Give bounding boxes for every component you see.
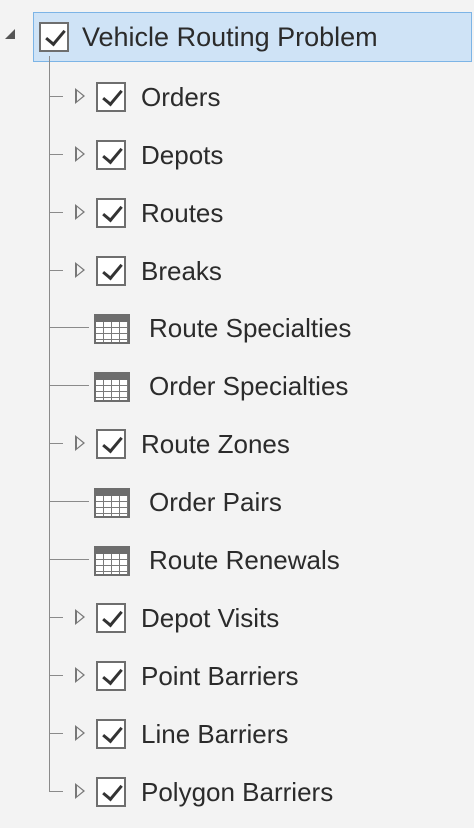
- visibility-checkbox-depots[interactable]: [96, 140, 126, 170]
- tree-connector: [49, 385, 89, 386]
- table-icon: [94, 372, 130, 402]
- tree-item-label: Orders: [141, 82, 221, 112]
- expand-arrow-icon[interactable]: [75, 88, 85, 104]
- expand-arrow-icon[interactable]: [75, 262, 85, 278]
- tree-item-point-barriers[interactable]: Point Barriers: [0, 653, 474, 699]
- tree-item-depots[interactable]: Depots: [0, 132, 474, 178]
- tree-item-label: Routes: [141, 198, 224, 228]
- tree-item-order-specialties[interactable]: Order Specialties: [0, 363, 474, 409]
- visibility-checkbox-polygon-barriers[interactable]: [96, 777, 126, 807]
- tree-connector: [49, 559, 89, 560]
- tree-connector: [49, 212, 63, 213]
- tree-connector: [49, 675, 63, 676]
- tree-item-route-zones[interactable]: Route Zones: [0, 421, 474, 467]
- tree-item-label: Depots: [141, 140, 224, 170]
- tree-item-label: Depot Visits: [141, 603, 280, 633]
- expand-arrow-icon[interactable]: [75, 667, 85, 683]
- visibility-checkbox-route-zones[interactable]: [96, 429, 126, 459]
- tree-connector: [49, 733, 63, 734]
- tree-item-orders[interactable]: Orders: [0, 74, 474, 120]
- tree-connector: [49, 96, 63, 97]
- tree-item-order-pairs[interactable]: Order Pairs: [0, 479, 474, 525]
- tree-item-polygon-barriers[interactable]: Polygon Barriers: [0, 769, 474, 815]
- tree-item-label: Route Specialties: [149, 313, 352, 343]
- tree-connector: [49, 501, 89, 502]
- tree-connector: [49, 154, 63, 155]
- visibility-checkbox-breaks[interactable]: [96, 256, 126, 286]
- visibility-checkbox-line-barriers[interactable]: [96, 719, 126, 749]
- tree-connector: [49, 327, 89, 328]
- expand-arrow-icon[interactable]: [75, 783, 85, 799]
- table-icon: [94, 314, 130, 344]
- root-label: Vehicle Routing Problem: [82, 22, 378, 52]
- tree-item-label: Line Barriers: [141, 719, 289, 749]
- visibility-checkbox-routes[interactable]: [96, 198, 126, 228]
- tree-item-depot-visits[interactable]: Depot Visits: [0, 595, 474, 641]
- visibility-checkbox-point-barriers[interactable]: [96, 661, 126, 691]
- tree-item-label: Order Specialties: [149, 371, 349, 401]
- collapse-arrow-icon[interactable]: [5, 29, 15, 39]
- root-visibility-checkbox[interactable]: [39, 22, 69, 52]
- tree-item-label: Route Zones: [141, 429, 290, 459]
- expand-arrow-icon[interactable]: [75, 204, 85, 220]
- table-icon: [94, 488, 130, 518]
- tree-item-label: Polygon Barriers: [141, 777, 334, 807]
- visibility-checkbox-depot-visits[interactable]: [96, 603, 126, 633]
- table-icon: [94, 546, 130, 576]
- expand-arrow-icon[interactable]: [75, 435, 85, 451]
- tree-item-label: Order Pairs: [149, 487, 282, 517]
- layer-tree: Vehicle Routing Problem Orders Depots Ro…: [0, 0, 474, 828]
- tree-connector: [49, 617, 63, 618]
- tree-item-line-barriers[interactable]: Line Barriers: [0, 711, 474, 757]
- tree-item-routes[interactable]: Routes: [0, 190, 474, 236]
- tree-item-route-specialties[interactable]: Route Specialties: [0, 305, 474, 351]
- tree-item-label: Point Barriers: [141, 661, 299, 691]
- tree-connector: [49, 270, 63, 271]
- tree-connector: [49, 791, 63, 792]
- visibility-checkbox-orders[interactable]: [96, 82, 126, 112]
- tree-connector: [49, 443, 63, 444]
- tree-item-label: Breaks: [141, 256, 222, 286]
- expand-arrow-icon[interactable]: [75, 725, 85, 741]
- tree-root-vehicle-routing-problem[interactable]: Vehicle Routing Problem: [33, 12, 472, 62]
- tree-item-breaks[interactable]: Breaks: [0, 248, 474, 294]
- tree-item-route-renewals[interactable]: Route Renewals: [0, 537, 474, 583]
- tree-item-label: Route Renewals: [149, 545, 340, 575]
- expand-arrow-icon[interactable]: [75, 146, 85, 162]
- expand-arrow-icon[interactable]: [75, 609, 85, 625]
